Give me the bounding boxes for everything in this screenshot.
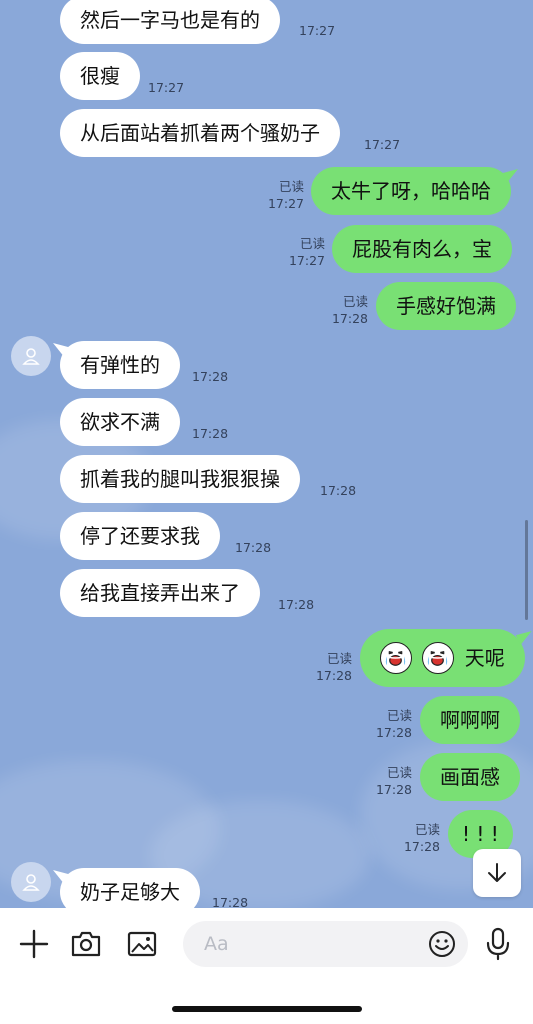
message-bubble[interactable]: 画面感 (420, 753, 520, 801)
user-silhouette-icon (22, 348, 40, 365)
message-meta: 已读 17:28 (326, 293, 368, 327)
message-time: 17:28 (375, 725, 412, 740)
message-time: 17:28 (331, 311, 368, 326)
scrollbar[interactable] (525, 520, 528, 620)
message-input-placeholder: Aa (204, 933, 229, 955)
arrow-down-icon (488, 863, 506, 882)
read-receipt: 已读 (342, 294, 368, 309)
message-time: 17:28 (320, 483, 357, 498)
camera-button[interactable] (66, 926, 106, 962)
message-bubble[interactable]: 奶子足够大 (60, 868, 200, 908)
scroll-to-bottom-button[interactable] (473, 849, 521, 897)
message-time: 17:28 (212, 895, 249, 908)
message-time: 17:28 (235, 540, 272, 555)
crying-laughing-face-icon (422, 641, 455, 674)
emoji-icon (429, 931, 455, 957)
message-meta: 已读 17:28 (398, 821, 440, 855)
message-bubble[interactable]: 从后面站着抓着两个骚奶子 (60, 109, 340, 157)
message-bubble[interactable]: 很瘦 (60, 52, 140, 100)
camera-icon (71, 931, 101, 957)
message-bubble[interactable]: 抓着我的腿叫我狠狠操 (60, 455, 300, 503)
read-receipt: 已读 (278, 179, 304, 194)
message-bubble[interactable]: 手感好饱满 (376, 282, 516, 330)
message-bubble[interactable]: 屁股有肉么，宝 (332, 225, 512, 273)
message-meta: 已读 17:27 (262, 178, 304, 212)
add-button[interactable] (14, 926, 54, 962)
microphone-icon (486, 927, 510, 961)
read-receipt: 已读 (299, 236, 325, 251)
message-time: 17:28 (278, 597, 315, 612)
image-icon (127, 931, 157, 957)
message-text: 天呢 (464, 646, 505, 670)
message-bubble[interactable]: 太牛了呀，哈哈哈 (311, 167, 511, 215)
input-toolbar: Aa (0, 908, 533, 1024)
message-meta: 已读 17:28 (370, 707, 412, 741)
message-list[interactable]: 然后一字马也是有的 17:27 很瘦 17:27 从后面站着抓着两个骚奶子 17… (0, 0, 533, 908)
message-bubble[interactable]: 天呢 (360, 629, 525, 687)
message-time: 17:28 (375, 782, 412, 797)
message-time: 17:27 (364, 137, 401, 152)
photo-button[interactable] (122, 926, 162, 962)
avatar[interactable] (11, 862, 51, 902)
voice-button[interactable] (482, 924, 514, 964)
message-meta: 已读 17:28 (370, 764, 412, 798)
message-time: 17:28 (192, 426, 229, 441)
read-receipt: 已读 (386, 765, 412, 780)
message-bubble[interactable]: 啊啊啊 (420, 696, 520, 744)
message-time: 17:28 (403, 839, 440, 854)
message-time: 17:27 (288, 253, 325, 268)
avatar[interactable] (11, 336, 51, 376)
message-meta: 已读 17:27 (283, 235, 325, 269)
emoji-button[interactable] (427, 929, 457, 959)
message-meta: 已读 17:28 (310, 650, 352, 684)
message-input[interactable]: Aa (183, 921, 468, 967)
message-time: 17:28 (315, 668, 352, 683)
message-time: 17:27 (148, 80, 185, 95)
home-indicator[interactable] (172, 1006, 362, 1012)
message-bubble[interactable]: 停了还要求我 (60, 512, 220, 560)
user-silhouette-icon (22, 874, 40, 891)
read-receipt: 已读 (326, 651, 352, 666)
read-receipt: 已读 (386, 708, 412, 723)
chat-screen: 然后一字马也是有的 17:27 很瘦 17:27 从后面站着抓着两个骚奶子 17… (0, 0, 533, 1024)
crying-laughing-face-icon (380, 641, 412, 674)
message-time: 17:27 (299, 23, 336, 38)
message-bubble[interactable]: 欲求不满 (60, 398, 180, 446)
read-receipt: 已读 (414, 822, 440, 837)
message-time: 17:27 (267, 196, 304, 211)
message-time: 17:28 (192, 369, 229, 384)
message-bubble[interactable]: 有弹性的 (60, 341, 180, 389)
message-bubble[interactable]: 然后一字马也是有的 (60, 0, 280, 44)
plus-icon (19, 929, 49, 959)
message-bubble[interactable]: 给我直接弄出来了 (60, 569, 260, 617)
